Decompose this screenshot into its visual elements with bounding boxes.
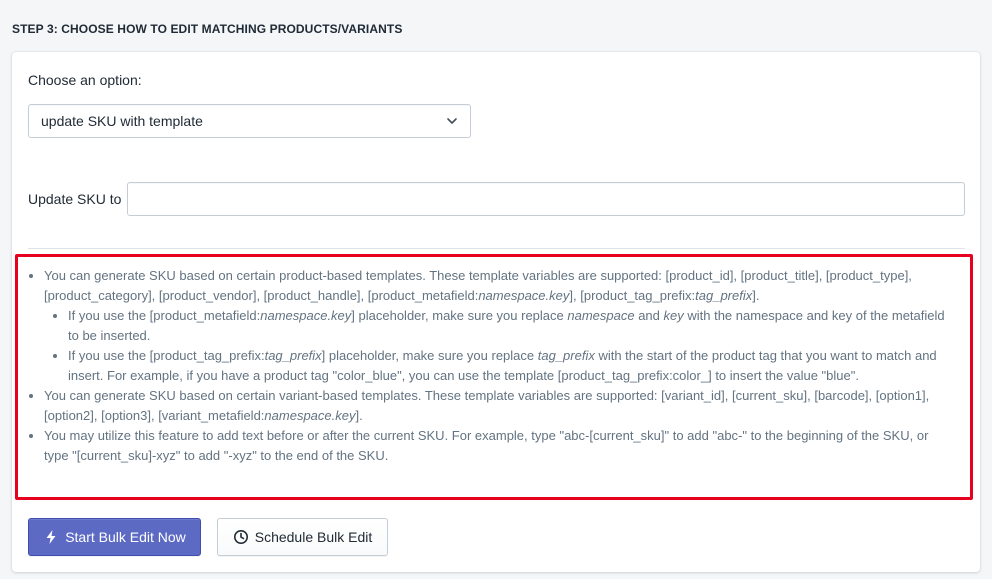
schedule-bulk-edit-button[interactable]: Schedule Bulk Edit: [217, 518, 388, 556]
help-subitem-tag-prefix: If you use the [product_tag_prefix:tag_p…: [53, 346, 956, 386]
help-item-variant-templates: You can generate SKU based on certain va…: [29, 386, 956, 426]
help-subitem-metafield: If you use the [product_metafield:namesp…: [53, 306, 956, 346]
help-item-product-templates: You can generate SKU based on certain pr…: [29, 266, 956, 386]
start-bulk-edit-button[interactable]: Start Bulk Edit Now: [28, 518, 201, 556]
selected-option: update SKU with template: [41, 113, 203, 129]
update-sku-input[interactable]: [127, 182, 965, 216]
edit-option-select[interactable]: update SKU with template: [28, 104, 471, 138]
template-help-box: You can generate SKU based on certain pr…: [15, 254, 973, 500]
clock-icon: [233, 530, 248, 544]
divider: [28, 248, 965, 249]
schedule-bulk-edit-label: Schedule Bulk Edit: [254, 529, 373, 545]
help-sublist: If you use the [product_metafield:namesp…: [44, 306, 956, 386]
update-sku-label: Update SKU to: [28, 191, 122, 207]
help-item-prefix-suffix: You may utilize this feature to add text…: [29, 426, 956, 466]
start-bulk-edit-label: Start Bulk Edit Now: [65, 529, 186, 545]
choose-option-label: Choose an option:: [28, 72, 142, 88]
help-list: You can generate SKU based on certain pr…: [29, 266, 956, 466]
edit-options-card: Choose an option: update SKU with templa…: [12, 52, 980, 572]
step-title: STEP 3: CHOOSE HOW TO EDIT MATCHING PROD…: [12, 22, 403, 36]
chevron-down-icon: [447, 118, 457, 124]
bolt-icon: [46, 530, 56, 544]
